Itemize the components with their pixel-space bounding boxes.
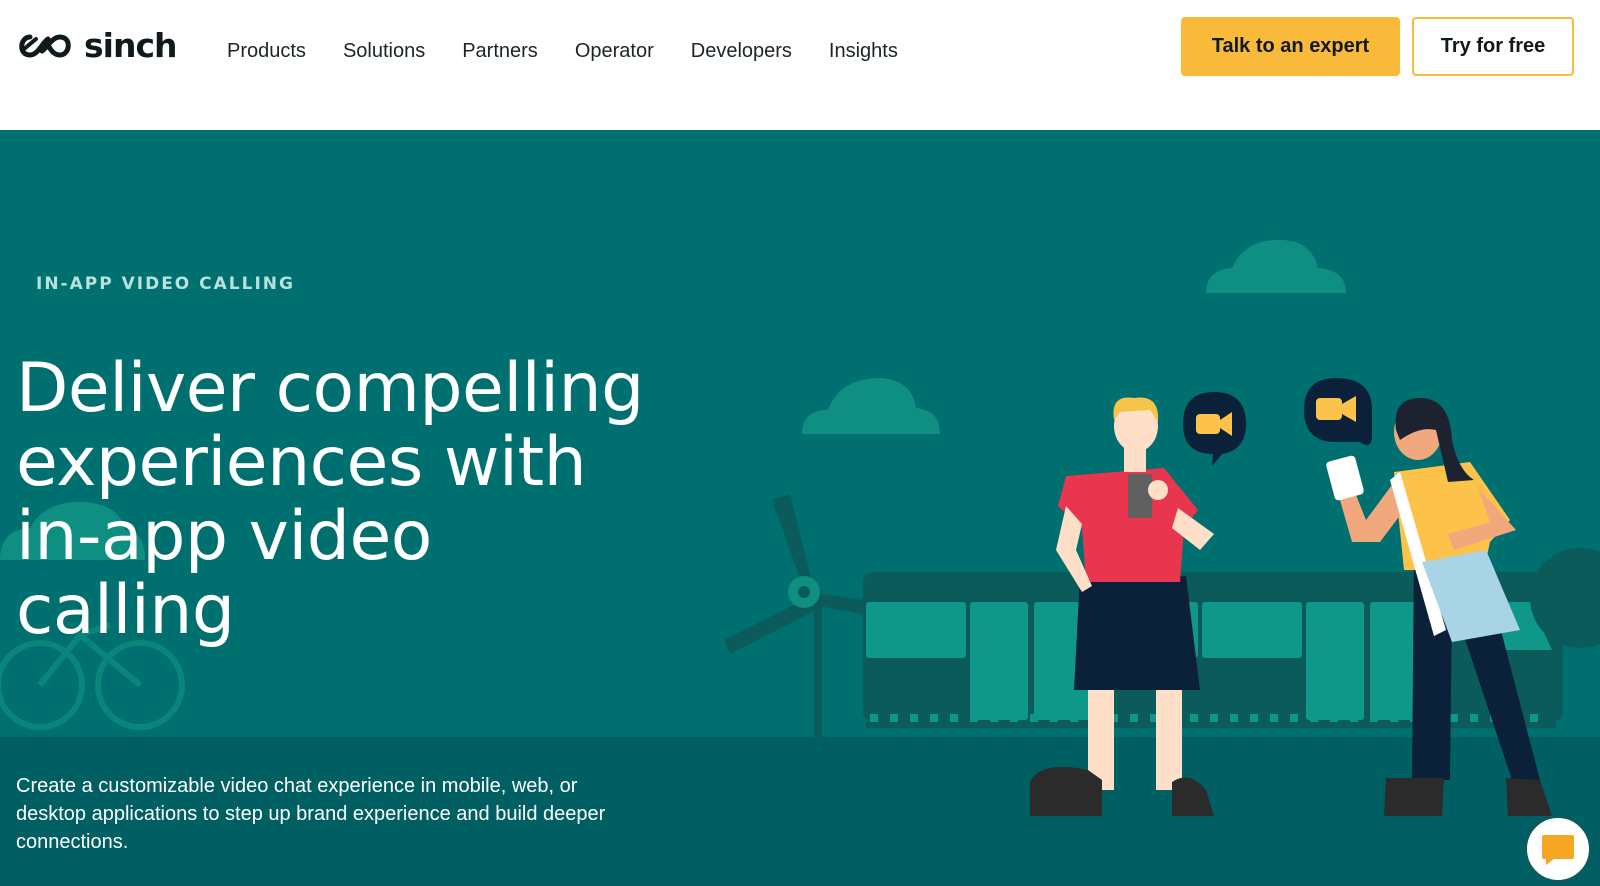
nav-partners[interactable]: Partners xyxy=(462,36,538,66)
brand-name: sinch xyxy=(84,26,178,65)
sinch-logo[interactable]: sinch xyxy=(16,26,178,66)
nav-solutions[interactable]: Solutions xyxy=(343,36,425,66)
talk-to-expert-button[interactable]: Talk to an expert xyxy=(1181,17,1400,76)
sinch-infinity-icon xyxy=(19,34,71,58)
chat-launcher-button[interactable] xyxy=(1524,815,1592,883)
nav-products[interactable]: Products xyxy=(227,36,306,66)
site-header: sinch Products Solutions Partners Operat… xyxy=(0,0,1600,130)
hero-subtext: Create a customizable video chat experie… xyxy=(16,775,606,853)
video-bubble-right xyxy=(1304,378,1372,446)
chat-bubble-icon xyxy=(1542,835,1574,865)
nav-insights[interactable]: Insights xyxy=(829,36,898,66)
try-for-free-button[interactable]: Try for free xyxy=(1412,17,1574,76)
hero-eyebrow: IN-APP VIDEO CALLING xyxy=(36,274,295,294)
nav-operator[interactable]: Operator xyxy=(575,36,654,66)
hero-section: IN-APP VIDEO CALLING Deliver compelling … xyxy=(0,130,1600,886)
main-nav: Products Solutions Partners Operator Dev… xyxy=(227,36,935,66)
video-bubble-left xyxy=(1183,392,1246,466)
nav-developers[interactable]: Developers xyxy=(691,36,792,66)
hero-headline: Deliver compelling experiences with in-a… xyxy=(16,349,644,650)
